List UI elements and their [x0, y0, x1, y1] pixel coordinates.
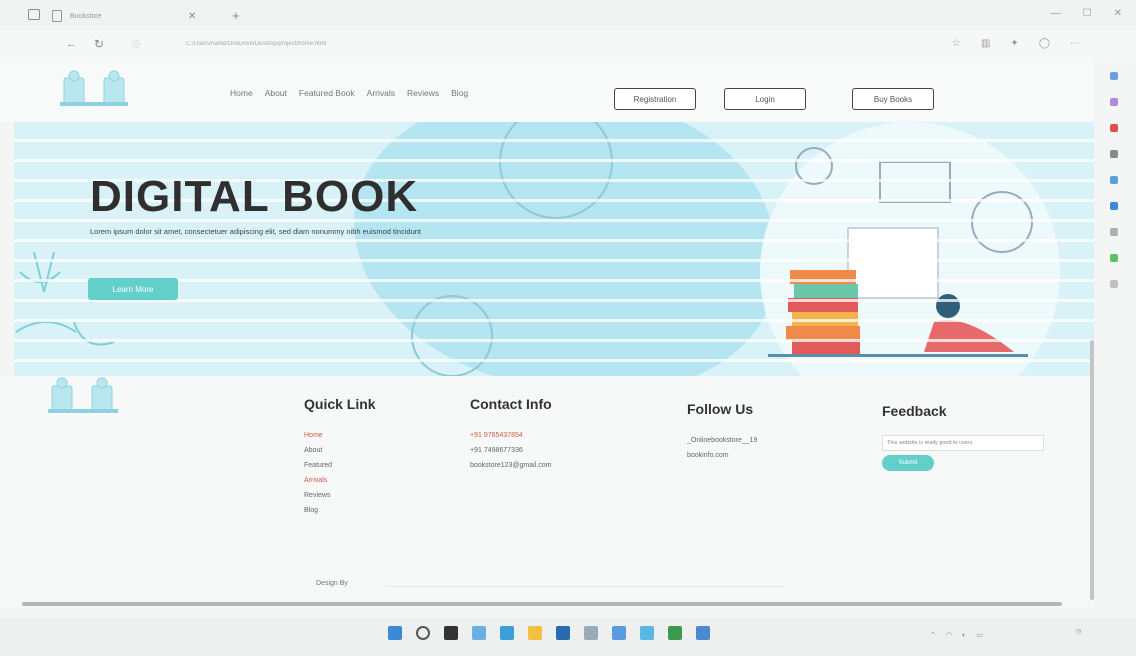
split-screen-icon[interactable]: ▥ [981, 38, 990, 49]
mail-icon[interactable] [556, 626, 570, 640]
footer-link-about[interactable]: About [304, 443, 376, 458]
app-icon[interactable] [640, 626, 654, 640]
tab-title: Bookstore [70, 12, 102, 20]
learn-more-button[interactable]: Learn More [88, 278, 178, 300]
feedback-column: Feedback This website is really good to … [882, 403, 1044, 471]
vertical-scrollbar[interactable] [1090, 340, 1094, 600]
system-tray: ⌃ ◠ ◐ ▭ [930, 631, 983, 640]
footer-link-arrivals[interactable]: Arrivals [304, 473, 376, 488]
nav-blog[interactable]: Blog [451, 88, 468, 98]
info-icon[interactable]: ⓘ [132, 39, 140, 50]
volume-icon[interactable]: ◐ [962, 632, 966, 639]
buy-books-button[interactable]: Buy Books [852, 88, 934, 110]
logo-icon [60, 70, 128, 106]
close-icon[interactable]: ✕ [188, 11, 196, 22]
hero-description: Lorem ipsum dolor sit amet, consectetuer… [90, 227, 421, 236]
address-bar: ← ↻ ⓘ C:/Users/name/OneDrive/Desktop/pro… [0, 30, 1136, 60]
start-icon[interactable] [388, 626, 402, 640]
quick-link-title: Quick Link [304, 396, 376, 412]
nav-home[interactable]: Home [230, 88, 253, 98]
drop-icon[interactable] [1110, 254, 1118, 262]
nav-reviews[interactable]: Reviews [407, 88, 439, 98]
wifi-icon[interactable]: ◠ [946, 631, 952, 639]
outlook-icon[interactable] [1110, 228, 1118, 236]
back-arrow-icon[interactable]: ← [66, 38, 77, 50]
copilot-icon[interactable] [1110, 98, 1118, 106]
feedback-input[interactable]: This website is really good to users [882, 435, 1044, 451]
social-handle[interactable]: _Onlinebookstore__19 [687, 433, 757, 448]
search-icon[interactable] [416, 626, 430, 640]
office-icon[interactable] [1110, 202, 1118, 210]
design-by-divider [386, 586, 784, 587]
star-icon[interactable]: ☆ [952, 38, 961, 49]
follow-us-title: Follow Us [687, 401, 754, 417]
login-button[interactable]: Login [724, 88, 806, 110]
taskbar-apps [388, 626, 710, 640]
email-link[interactable]: bookstore123@gmail.com [470, 458, 552, 473]
contact-info-title: Contact Info [470, 396, 552, 412]
battery-icon[interactable]: ▭ [976, 631, 983, 639]
registration-button[interactable]: Registration [614, 88, 696, 110]
task-view-icon[interactable] [444, 626, 458, 640]
quick-link-column: Quick Link Home About Featured Arrivals … [304, 396, 376, 518]
footer-logo-icon [48, 377, 118, 413]
minimize-icon[interactable]: — [1051, 8, 1061, 19]
website-link[interactable]: bookinfo.com [687, 448, 757, 463]
browser-toolbar: ☆ ▥ ✦ ◯ ⋯ [952, 38, 1080, 49]
feedback-submit-button[interactable]: Submit [882, 455, 934, 471]
scan-stripes [14, 122, 1094, 376]
nav-featured-book[interactable]: Featured Book [299, 88, 355, 98]
footer-link-home[interactable]: Home [304, 428, 376, 443]
window-controls: — ☐ ✕ [1051, 8, 1122, 19]
footer-link-featured[interactable]: Featured [304, 458, 376, 473]
browser-tab-bar: Bookstore ✕ + — ☐ ✕ [0, 0, 1136, 30]
site-header: Home About Featured Book Arrivals Review… [0, 60, 1094, 122]
search-icon[interactable] [1110, 72, 1118, 80]
feedback-title: Feedback [882, 403, 947, 419]
shopping-icon[interactable] [1110, 124, 1118, 132]
browser-side-panel [1092, 60, 1136, 620]
add-icon[interactable] [1110, 280, 1118, 288]
reload-icon[interactable]: ↻ [94, 37, 104, 51]
taskbar: ⌃ ◠ ◐ ▭ ◷ [0, 618, 1136, 656]
hero-banner: DIGITAL BOOK Lorem ipsum dolor sit amet,… [14, 122, 1094, 376]
tools-icon[interactable] [1110, 150, 1118, 158]
store-icon[interactable] [584, 626, 598, 640]
document-icon [52, 10, 62, 22]
footer-link-reviews[interactable]: Reviews [304, 488, 376, 503]
file-explorer-icon[interactable] [528, 626, 542, 640]
more-icon[interactable]: ⋯ [1070, 38, 1080, 49]
browser-tab[interactable]: Bookstore ✕ [52, 6, 196, 26]
games-icon[interactable] [1110, 176, 1118, 184]
chevron-up-icon[interactable]: ⌃ [930, 631, 936, 639]
widgets-icon[interactable] [472, 626, 486, 640]
main-nav: Home About Featured Book Arrivals Review… [230, 88, 468, 98]
profile-icon[interactable]: ◯ [1039, 38, 1050, 49]
extensions-icon[interactable]: ✦ [1010, 38, 1018, 49]
excel-icon[interactable] [668, 626, 682, 640]
site-footer: Quick Link Home About Featured Arrivals … [0, 376, 1094, 608]
phone-2[interactable]: +91 7498677336 [470, 443, 552, 458]
edge-icon[interactable] [500, 626, 514, 640]
plus-icon[interactable]: + [232, 8, 240, 23]
hero-title: DIGITAL BOOK [90, 172, 419, 221]
nav-about[interactable]: About [265, 88, 287, 98]
maximize-icon[interactable]: ☐ [1083, 8, 1092, 19]
photos-icon[interactable] [612, 626, 626, 640]
phone-1[interactable]: +91 9765437854 [470, 428, 552, 443]
follow-us-column: Follow Us _Onlinebookstore__19 bookinfo.… [687, 401, 757, 463]
horizontal-scrollbar[interactable] [22, 602, 1062, 606]
close-window-icon[interactable]: ✕ [1114, 8, 1122, 19]
nav-arrivals[interactable]: Arrivals [367, 88, 395, 98]
footer-link-blog[interactable]: Blog [304, 503, 376, 518]
contact-info-column: Contact Info +91 9765437854 +91 74986773… [470, 396, 552, 473]
window-icon[interactable] [28, 9, 40, 20]
design-by-label: Design By [316, 580, 348, 587]
word-icon[interactable] [696, 626, 710, 640]
url-field[interactable]: C:/Users/name/OneDrive/Desktop/project/h… [186, 41, 446, 47]
clock-icon[interactable]: ◷ [1076, 628, 1081, 637]
